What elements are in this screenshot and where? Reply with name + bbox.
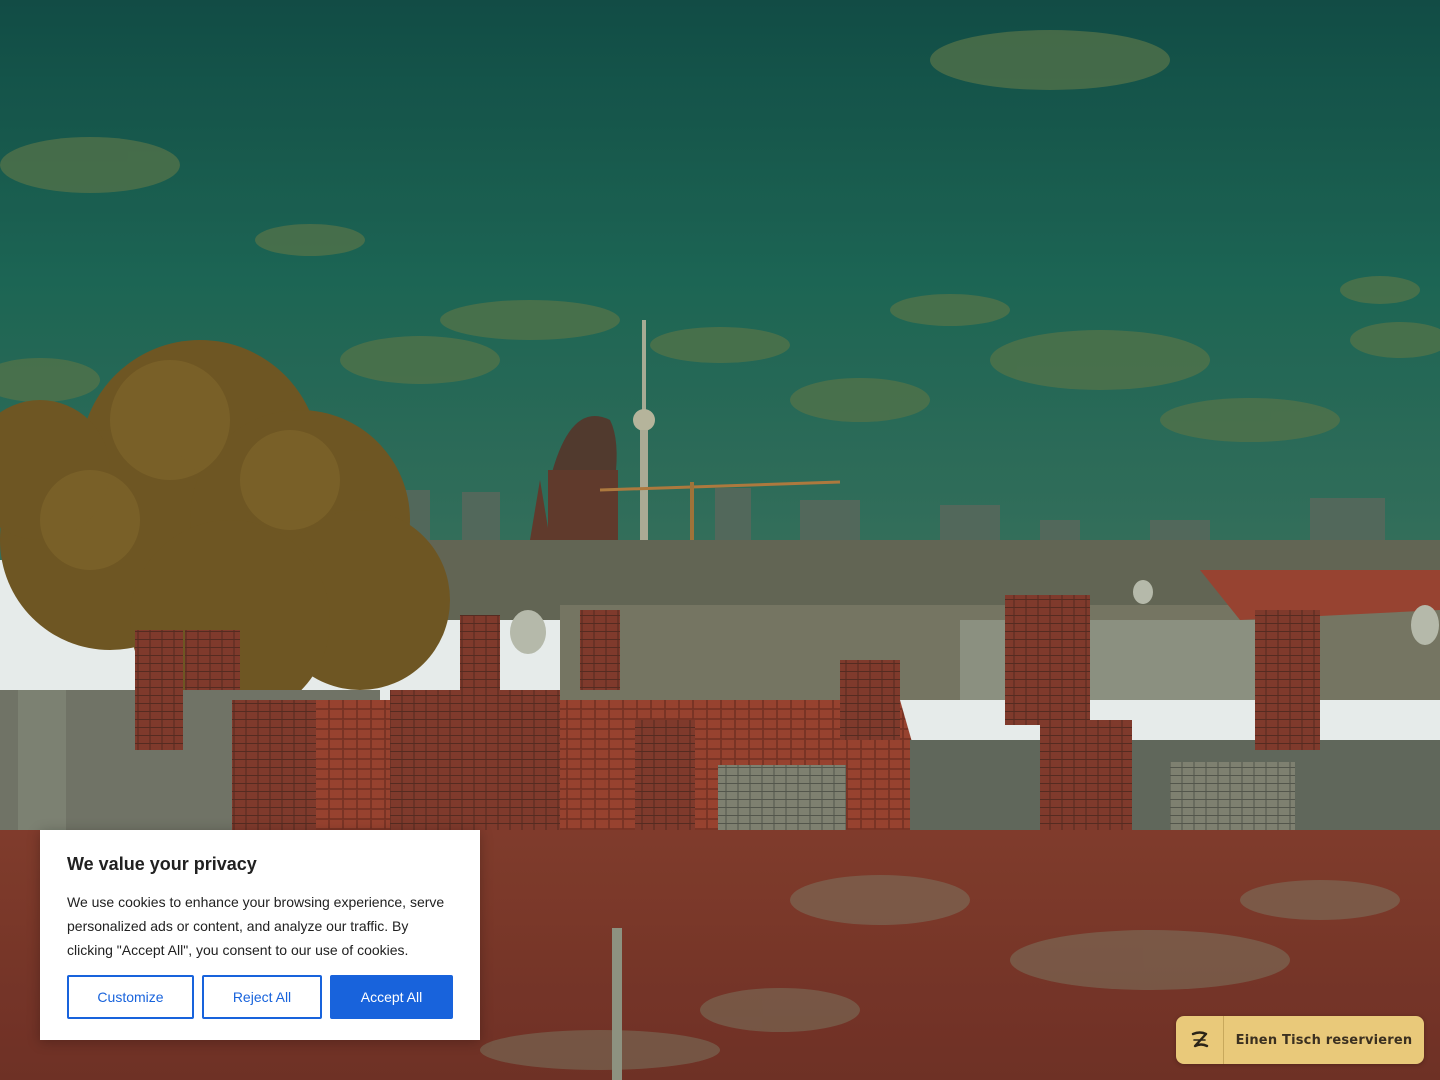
reserve-table-label: Einen Tisch reservieren [1235, 1032, 1413, 1048]
cookie-consent-banner: We value your privacy We use cookies to … [40, 830, 480, 1040]
customize-button[interactable]: Customize [67, 975, 194, 1019]
cookie-banner-title: We value your privacy [67, 854, 257, 874]
reject-all-button[interactable]: Reject All [202, 975, 322, 1019]
cookie-banner-actions: Customize Reject All Accept All [67, 975, 453, 1019]
zenchef-logo-icon [1176, 1016, 1224, 1064]
accept-all-button[interactable]: Accept All [330, 975, 453, 1019]
reserve-table-button[interactable]: Einen Tisch reservieren [1176, 1016, 1424, 1064]
cookie-banner-description: We use cookies to enhance your browsing … [67, 894, 445, 958]
